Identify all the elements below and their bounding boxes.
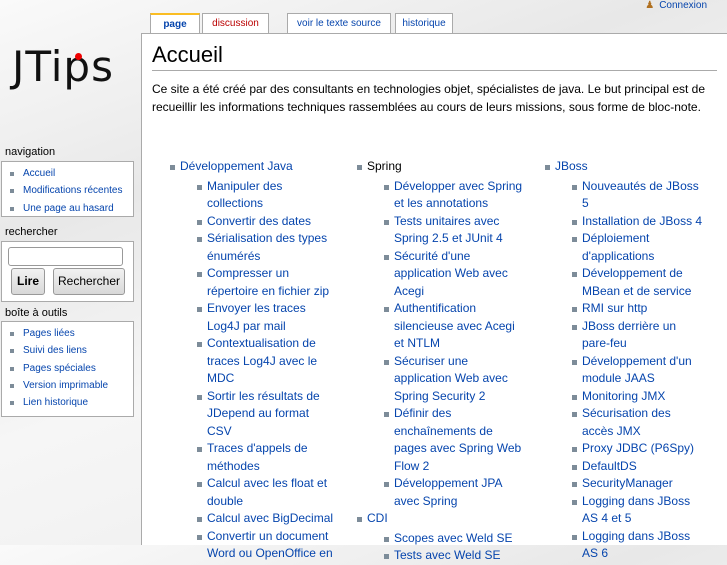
- article-link[interactable]: RMI sur http: [572, 300, 704, 318]
- column-3: JBoss Nouveautés de JBoss 5 Installation d…: [545, 158, 710, 563]
- article-link[interactable]: Installation de JBoss 4: [572, 213, 704, 231]
- article-link[interactable]: Monitoring JMX: [572, 388, 704, 406]
- article-link[interactable]: Calcul avec les float et double: [197, 475, 337, 510]
- site-logo[interactable]: JTips: [12, 42, 114, 91]
- category-link[interactable]: JBoss: [555, 159, 588, 173]
- content-area: Accueil Ce site a été créé par des consu…: [141, 33, 727, 562]
- article-link[interactable]: JBoss derrière un pare-feu: [572, 318, 704, 353]
- tab-page[interactable]: page: [150, 13, 200, 33]
- sidebar-item[interactable]: Une page au hasard: [10, 200, 133, 217]
- category-item: CDI Scopes avec Weld SE Tests avec Weld SE: [357, 510, 527, 565]
- search-button[interactable]: Rechercher: [53, 268, 125, 295]
- article-link[interactable]: Développement d'un module JAAS: [572, 353, 704, 388]
- article-link[interactable]: Sérialisation des types énumérés: [197, 230, 337, 265]
- article-link[interactable]: Développer avec Spring et les annotation…: [384, 178, 524, 213]
- toolbox-item[interactable]: Lien historique: [10, 394, 133, 411]
- article-link[interactable]: Sécurisation des accès JMX: [572, 405, 704, 440]
- article-link[interactable]: Logging dans JBoss AS 4 et 5: [572, 493, 704, 528]
- login-label: Connexion: [659, 0, 707, 11]
- article-link[interactable]: Authentification silencieuse avec Acegi …: [384, 300, 524, 353]
- category-item: Développement Java Manipuler des collecti…: [170, 158, 340, 563]
- category-link[interactable]: Développement Java: [180, 159, 293, 173]
- tab-view-source[interactable]: voir le texte source: [287, 13, 391, 33]
- sidebar-item[interactable]: Accueil: [10, 165, 133, 182]
- category-item: JBoss Nouveautés de JBoss 5 Installation d…: [545, 158, 710, 563]
- article-link[interactable]: Déploiement d'applications: [572, 230, 704, 265]
- article-link[interactable]: Tests unitaires avec Spring 2.5 et JUnit…: [384, 213, 524, 248]
- search-input[interactable]: [8, 247, 123, 266]
- login-link[interactable]: ♟ Connexion: [645, 0, 707, 11]
- toolbox-item[interactable]: Pages spéciales: [10, 360, 133, 377]
- category-link[interactable]: CDI: [367, 511, 388, 525]
- user-icon: ♟: [645, 0, 655, 11]
- article-link[interactable]: Traces d'appels de méthodes: [197, 440, 337, 475]
- tab-history[interactable]: historique: [395, 13, 453, 33]
- article-link[interactable]: Convertir un document Word ou OpenOffice…: [197, 528, 337, 563]
- article-link[interactable]: Sortir les résultats de JDepend au forma…: [197, 388, 337, 441]
- column-2: Spring Développer avec Spring et les anno…: [357, 158, 527, 565]
- article-link[interactable]: Sécurité d'une application Web avec Aceg…: [384, 248, 524, 301]
- article-link[interactable]: SecurityManager: [572, 475, 704, 493]
- article-link[interactable]: Tests avec Weld SE: [384, 547, 524, 565]
- toolbox-item[interactable]: Suivi des liens: [10, 342, 133, 359]
- article-link[interactable]: Convertir des dates: [197, 213, 337, 231]
- article-link[interactable]: Développement de MBean et de service: [572, 265, 704, 300]
- article-link[interactable]: Développement JPA avec Spring: [384, 475, 524, 510]
- toolbox-item[interactable]: Version imprimable: [10, 377, 133, 394]
- article-link[interactable]: Compresser un répertoire en fichier zip: [197, 265, 337, 300]
- tab-discussion[interactable]: discussion: [202, 13, 269, 33]
- search-title: rechercher: [5, 226, 58, 238]
- page-title: Accueil: [152, 42, 717, 71]
- go-button[interactable]: Lire: [11, 268, 45, 295]
- article-link[interactable]: Manipuler des collections: [197, 178, 337, 213]
- column-1: Développement Java Manipuler des collecti…: [170, 158, 340, 563]
- article-link[interactable]: Sécuriser une application Web avec Sprin…: [384, 353, 524, 406]
- intro-text: Ce site a été créé par des consultants e…: [152, 82, 706, 114]
- article-link[interactable]: Envoyer les traces Log4J par mail: [197, 300, 337, 335]
- toolbox-item[interactable]: Pages liées: [10, 325, 133, 342]
- sidebar-item[interactable]: Modifications récentes: [10, 182, 133, 199]
- article-link[interactable]: Scopes avec Weld SE: [384, 530, 524, 548]
- category-item: Spring Développer avec Spring et les anno…: [357, 158, 527, 510]
- nav-title: navigation: [5, 146, 56, 158]
- article-link[interactable]: Proxy JDBC (P6Spy): [572, 440, 704, 458]
- article-link[interactable]: Définir des enchaînements de pages avec …: [384, 405, 524, 475]
- article-link[interactable]: Nouveautés de JBoss 5: [572, 178, 704, 213]
- article-link[interactable]: Calcul avec BigDecimal: [197, 510, 337, 528]
- article-link[interactable]: Contextualisation de traces Log4J avec l…: [197, 335, 337, 388]
- article-link[interactable]: DefaultDS: [572, 458, 704, 476]
- logo-dot: [75, 53, 82, 60]
- article-link[interactable]: Logging dans JBoss AS 6: [572, 528, 704, 563]
- toolbox-title: boîte à outils: [5, 307, 68, 319]
- category-link[interactable]: Spring: [367, 159, 402, 173]
